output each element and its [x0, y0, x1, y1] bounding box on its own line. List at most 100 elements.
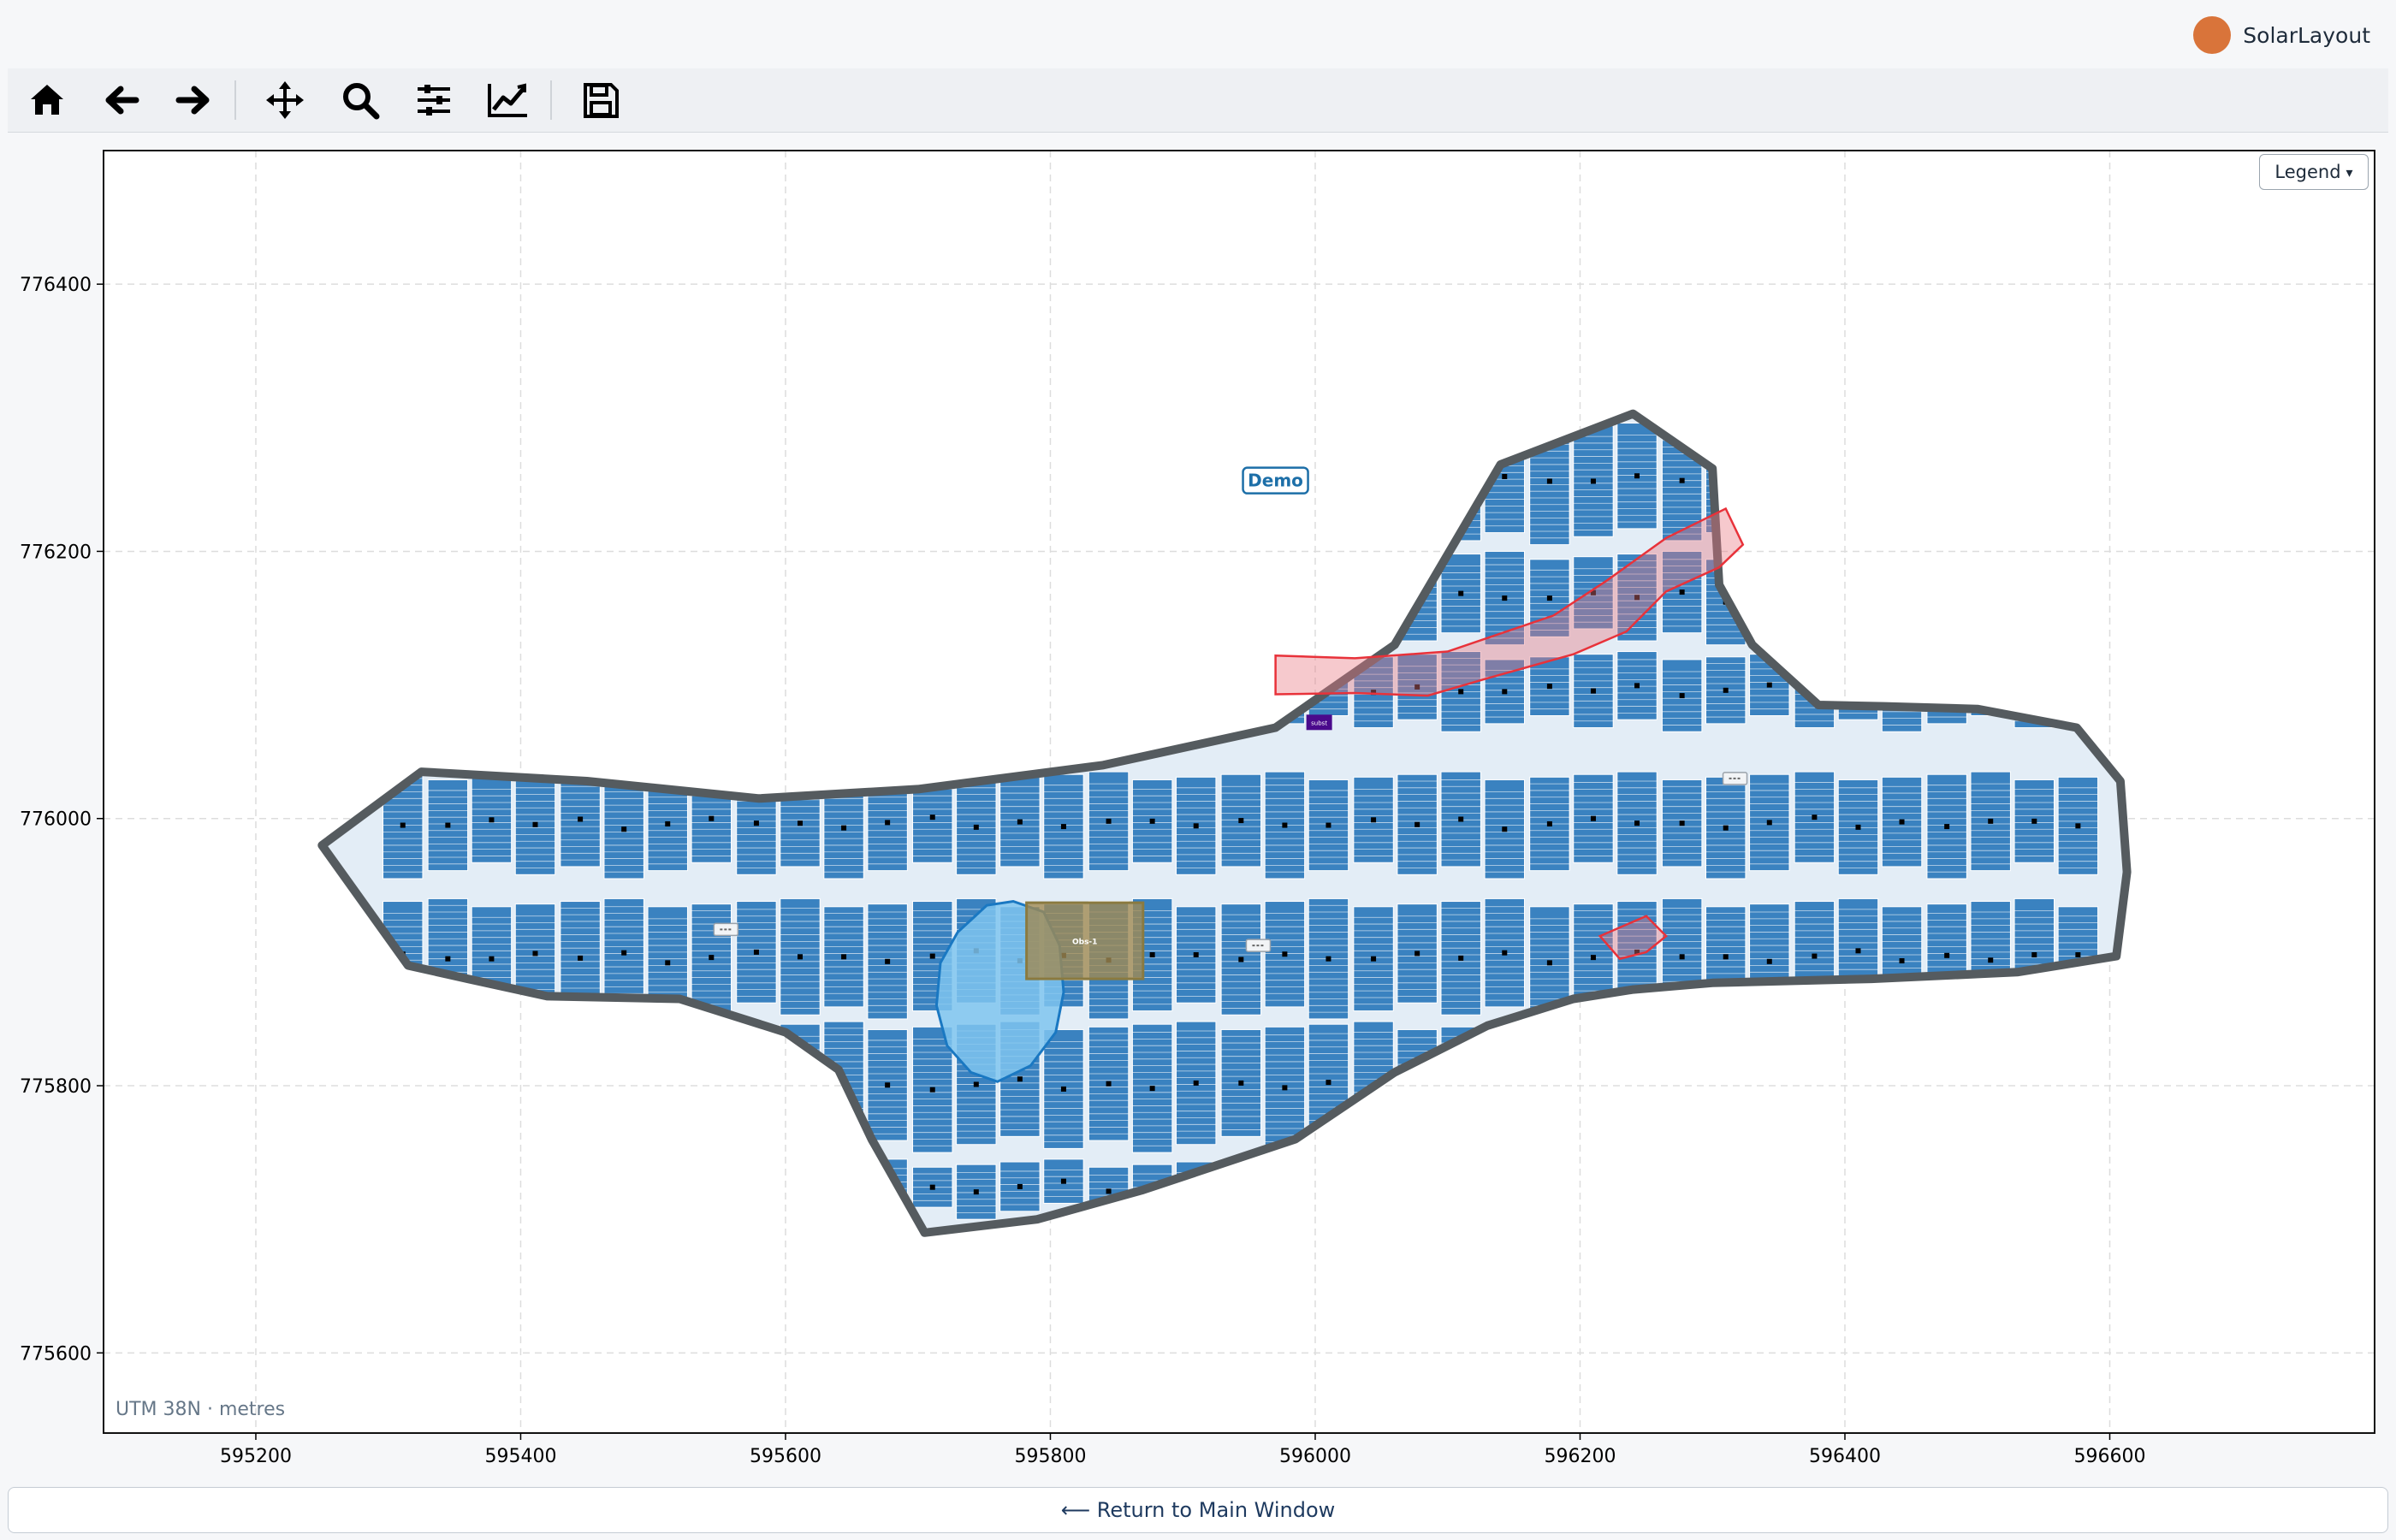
inverter-marker: [489, 817, 495, 823]
inverter-marker: [1502, 826, 1508, 832]
inverter-marker: [532, 951, 538, 957]
x-tick-label: 596400: [1809, 1446, 1881, 1467]
crs-label: UTM 38N · metres: [116, 1399, 286, 1420]
inverter-marker: [1634, 473, 1640, 479]
x-tick-label: 596600: [2074, 1446, 2146, 1467]
obstruction-label: Obs-1: [1072, 939, 1097, 947]
inverter-marker: [1106, 818, 1112, 824]
inverter-marker: [1414, 951, 1420, 957]
inverter-marker: [1017, 819, 1023, 825]
inverter-marker: [1766, 682, 1772, 688]
chevron-down-icon: ▾: [2346, 163, 2353, 181]
layout-map[interactable]: Obs-1 subst Demo 595200 595400 595600 595800 59…: [0, 0, 2396, 1489]
inverter-marker: [1855, 948, 1861, 954]
inverter-marker: [1546, 820, 1552, 826]
x-tick-label: 595200: [220, 1446, 292, 1467]
inverter-marker: [973, 1189, 979, 1195]
inverter-marker: [1766, 820, 1772, 826]
inverter-marker: [929, 953, 935, 959]
inverter-marker: [1238, 1080, 1244, 1086]
inverter-marker: [1723, 687, 1729, 693]
inverter-marker: [1238, 957, 1244, 962]
inverter-marker: [973, 824, 979, 830]
inverter-marker: [400, 822, 406, 828]
inverter-marker: [1899, 819, 1905, 825]
y-tick-label: 776200: [20, 542, 92, 563]
inverter-marker: [885, 820, 891, 826]
inverter-marker: [532, 821, 538, 827]
x-tick-label: 595800: [1014, 1446, 1086, 1467]
inverter-marker: [1193, 1080, 1199, 1086]
inverter-marker: [2075, 951, 2081, 957]
inverter-marker: [445, 956, 451, 962]
inverter-marker: [1106, 1081, 1112, 1087]
inverter-marker: [1458, 590, 1464, 596]
y-tick-label: 775800: [20, 1076, 92, 1098]
inverter-marker: [1149, 1086, 1155, 1092]
inverter-marker: [621, 950, 627, 956]
inverter-marker: [1149, 818, 1155, 824]
inverter-marker: [797, 820, 803, 826]
inverter-marker: [1282, 951, 1288, 957]
inverter-marker: [1723, 954, 1729, 960]
inverter-marker: [1238, 818, 1244, 824]
inverter-marker: [1060, 1178, 1066, 1184]
inverter-marker: [929, 1087, 935, 1093]
inverter-marker: [1060, 1086, 1066, 1092]
inverter-marker: [1193, 823, 1199, 829]
inverter-marker: [1414, 821, 1420, 827]
inverter-marker: [753, 820, 759, 826]
inverter-marker: [1723, 825, 1729, 831]
inverter-marker: [1679, 477, 1685, 483]
inverter-marker: [1106, 1188, 1112, 1194]
inverter-marker: [885, 958, 891, 964]
inverter-marker: [1017, 1076, 1023, 1082]
inverter-marker: [885, 1082, 891, 1088]
inverter-marker: [1060, 824, 1066, 830]
x-tick-label: 595400: [484, 1446, 556, 1467]
inverter-marker: [841, 954, 847, 960]
y-tick-label: 776400: [20, 275, 92, 296]
inverter-marker: [841, 825, 847, 831]
inverter-marker: [1634, 683, 1640, 689]
x-tick-label: 596000: [1279, 1446, 1351, 1467]
inverter-marker: [1855, 824, 1861, 830]
inverter-marker: [929, 814, 935, 820]
inverter-marker: [1458, 816, 1464, 822]
inverter-marker: [1502, 689, 1508, 695]
return-main-window-button[interactable]: ⟵ Return to Main Window: [8, 1487, 2388, 1533]
inverter-marker: [753, 949, 759, 955]
inverter-marker: [1502, 473, 1508, 479]
inverter-marker: [2031, 951, 2037, 957]
inverter-marker: [1502, 950, 1508, 956]
inverter-marker: [1899, 958, 1905, 964]
inverter-marker: [1766, 958, 1772, 964]
inverter-marker: [1590, 815, 1596, 821]
inverter-marker: [1502, 595, 1508, 601]
inverter-marker: [2031, 818, 2037, 824]
inverter-marker: [1149, 951, 1155, 957]
inverter-marker: [665, 960, 671, 966]
inverter-marker: [1546, 960, 1552, 966]
inverter-marker: [1944, 824, 1950, 830]
inverter-marker: [1371, 956, 1377, 962]
inverter-marker: [1679, 589, 1685, 595]
inverter-marker: [578, 816, 584, 822]
inverter-marker: [665, 820, 671, 826]
inverter-marker: [797, 954, 803, 960]
inverter-marker: [1282, 822, 1288, 828]
inverter-marker: [445, 822, 451, 828]
project-label: Demo: [1248, 471, 1303, 491]
inverter-marker: [1546, 684, 1552, 690]
legend-button[interactable]: Legend ▾: [2259, 154, 2369, 190]
inverter-marker: [1812, 953, 1818, 959]
inverter-marker: [1017, 1183, 1023, 1189]
inverter-marker: [1458, 955, 1464, 961]
inverter-marker: [1371, 817, 1377, 823]
inverter-marker: [1546, 595, 1552, 601]
inverter-marker: [1326, 1080, 1331, 1086]
inverter-marker: [489, 956, 495, 962]
inverter-marker: [973, 1081, 979, 1087]
inverter-marker: [1679, 954, 1685, 960]
inverter-marker: [578, 955, 584, 961]
